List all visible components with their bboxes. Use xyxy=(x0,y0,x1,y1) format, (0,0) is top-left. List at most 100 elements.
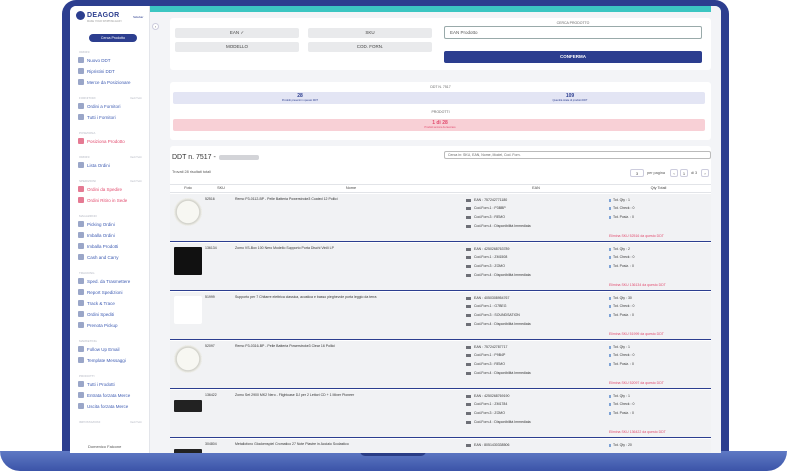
sidebar-item-icon xyxy=(78,138,84,144)
sidebar-section-view-all[interactable]: Vedi Tutti xyxy=(130,420,142,424)
per-page-select[interactable]: 3 xyxy=(630,169,644,177)
sidebar-item-icon xyxy=(78,346,84,352)
table-header-top-line xyxy=(170,184,711,185)
next-page-button[interactable]: › xyxy=(701,169,709,177)
sidebar-item[interactable]: Report Spedizioni xyxy=(78,289,123,295)
quantity-stat: Tot. Qty : 1 xyxy=(609,345,630,349)
quantity-text: Tot. Qty : 2 xyxy=(613,247,630,251)
sidebar-item-icon xyxy=(78,311,84,317)
current-page[interactable]: 1 xyxy=(680,169,688,177)
quantity-icon xyxy=(609,264,611,268)
attribute-text: EAN : 8051430338506 xyxy=(474,443,510,447)
sidebar-item-icon xyxy=(78,186,84,192)
product-name: Zomo Set 2900 MK2 Nero - Flightcase DJ p… xyxy=(235,393,355,397)
sidebar-item[interactable]: Posiziona Prodotto xyxy=(78,138,125,144)
barcode-icon xyxy=(466,224,471,228)
sidebar-item[interactable]: Sped. da Trasmettere xyxy=(78,278,130,284)
prev-page-button[interactable]: ‹ xyxy=(670,169,678,177)
delete-sku-link[interactable]: Elimina SKU 52516 da questo DDT xyxy=(609,234,664,238)
sidebar-item[interactable]: Nuovo DDT xyxy=(78,57,111,63)
product-sku: 136134 xyxy=(205,246,217,250)
sidebar-item[interactable]: Prenota Pickup xyxy=(78,322,118,328)
sidebar-item[interactable]: Tutti i Fornitori xyxy=(78,114,116,120)
attribute-text: Cod.Forn.1 : G7BEG xyxy=(474,304,507,308)
sidebar-item[interactable]: Ripristini DDT xyxy=(78,68,115,74)
delete-sku-link[interactable]: Elimina SKU 136422 da questo DDT xyxy=(609,430,666,434)
table-row[interactable]: 304804 Metallofono Glockenspiel Cromatico… xyxy=(170,439,711,453)
table-row[interactable]: 52097 Remo P3-0316-BP - Pelle Batteria Po… xyxy=(170,341,711,389)
toggle-ean[interactable]: EAN ✓ xyxy=(175,28,299,38)
ean-input[interactable]: EAN Prodotto xyxy=(444,26,702,39)
sidebar-item-label: Picking Ordini xyxy=(87,221,115,227)
sidebar-item[interactable]: Cash and Carry xyxy=(78,254,119,260)
toggle-cod-forn[interactable]: COD. FORN. xyxy=(308,42,432,52)
barcode-icon xyxy=(466,247,471,251)
barcode-icon xyxy=(466,313,471,317)
quantity-text: Tot. Check : 0 xyxy=(613,353,635,357)
toggle-sku[interactable]: SKU xyxy=(308,28,432,38)
sidebar-item-label: Track & Trace xyxy=(87,300,115,306)
sidebar-item-icon xyxy=(78,103,84,109)
product-attribute: Cod.Forn.3 : SOUNDSATION xyxy=(466,313,520,317)
sidebar-section-title: Prodotti xyxy=(79,374,95,378)
sidebar-section-view-all[interactable]: Vedi Tutti xyxy=(130,155,142,159)
sidebar-item[interactable]: Ordini da Spedire xyxy=(78,186,122,192)
ddt-label: DDT N. 7517 xyxy=(430,85,451,89)
sidebar-item[interactable]: Track & Trace xyxy=(78,300,115,306)
sidebar-item[interactable]: Uscita forzata Merce xyxy=(78,403,128,409)
attribute-text: EAN : 757242771180 xyxy=(474,198,508,202)
table-row[interactable]: 52516 Remo P3-0112-BP - Pelle Batteria Po… xyxy=(170,194,711,242)
table-header-bottom-line xyxy=(170,192,711,193)
attribute-text: Cod.Forn.1 : P3BBP xyxy=(474,206,506,210)
product-attribute: Cod.Forn.4 : Disponibilità Immediata xyxy=(466,224,531,228)
sidebar-item[interactable]: Template Messaggi xyxy=(78,357,126,363)
sidebar-item-label: Ordini Ritiro in Sede xyxy=(87,197,128,203)
sidebar-item[interactable]: Imballa Prodotti xyxy=(78,243,118,249)
collapse-sidebar-button[interactable]: ‹ xyxy=(152,23,159,30)
sidebar-item[interactable]: Ordini a Fornitori xyxy=(78,103,121,109)
sidebar-item[interactable]: Ordini Spediti xyxy=(78,311,114,317)
quantity-icon xyxy=(609,402,611,406)
delete-sku-link[interactable]: Elimina SKU 52097 da questo DDT xyxy=(609,381,664,385)
product-name: Supporto per 7 Chitarre elettrica classi… xyxy=(235,295,377,299)
product-attribute: Cod.Forn.4 : Disponibilità Immediata xyxy=(466,273,531,277)
list-search-input[interactable]: Cerca in: SKU, EAN, Nome, Model, Cod. Fo… xyxy=(444,151,711,159)
search-product-button[interactable]: Cerca Prodotto xyxy=(89,34,137,42)
confirm-button[interactable]: CONFERMA xyxy=(444,51,702,63)
product-attribute: Cod.Forn.4 : Disponibilità Immediata xyxy=(466,322,531,326)
sidebar-item[interactable]: Merce da Posizionare xyxy=(78,79,131,85)
sidebar-item[interactable]: Lista Ordini xyxy=(78,162,110,168)
quantity-icon xyxy=(609,411,611,415)
sidebar-section-view-all[interactable]: Vedi Tutti xyxy=(130,96,142,100)
attribute-text: Cod.Forn.4 : Disponibilità Immediata xyxy=(474,371,531,375)
sidebar-menu-toggle[interactable]: Sidebar xyxy=(133,15,143,19)
sidebar-section-view-all[interactable]: Vedi Tutti xyxy=(130,179,142,183)
sidebar-item[interactable]: Entrata forzata Merce xyxy=(78,392,130,398)
product-sku: 136422 xyxy=(205,393,217,397)
sidebar-item[interactable]: Imballa Ordini xyxy=(78,232,115,238)
col-foto: Foto xyxy=(184,186,192,190)
table-row[interactable]: 51999 Supporto per 7 Chitarre elettrica c… xyxy=(170,292,711,340)
quantity-stat: Tot. Check : 0 xyxy=(609,353,634,357)
sidebar-item-label: Imballa Ordini xyxy=(87,232,115,238)
quantity-icon xyxy=(609,362,611,366)
sidebar-item-icon xyxy=(78,357,84,363)
sidebar-item[interactable]: Follow Up Email xyxy=(78,346,120,352)
table-row[interactable]: 136134 Zomo VS-Box 100 Nero Modello Suppo… xyxy=(170,243,711,291)
delete-sku-link[interactable]: Elimina SKU 51999 da questo DDT xyxy=(609,332,664,336)
sidebar-item[interactable]: Tutti i Prodotti xyxy=(78,381,115,387)
sidebar-section-title: Spedizioni xyxy=(79,179,97,183)
products-label: PRODOTTI xyxy=(431,110,450,114)
attribute-text: Cod.Forn.4 : Disponibilità Immediata xyxy=(474,420,531,424)
sidebar-item-label: Template Messaggi xyxy=(87,357,126,363)
delete-sku-link[interactable]: Elimina SKU 136134 da questo DDT xyxy=(609,283,666,287)
toggle-modello[interactable]: MODELLO xyxy=(175,42,299,52)
product-sku: 52516 xyxy=(205,197,215,201)
quantity-stat: Tot. Qty : 1 xyxy=(609,198,630,202)
sidebar-item-label: Nuovo DDT xyxy=(87,57,111,63)
ddt-stats-bar xyxy=(173,92,705,104)
sidebar-item[interactable]: Ordini Ritiro in Sede xyxy=(78,197,127,203)
sidebar-item[interactable]: Picking Ordini xyxy=(78,221,115,227)
table-row[interactable]: 136422 Zomo Set 2900 MK2 Nero - Flightcas… xyxy=(170,390,711,438)
sidebar-item-icon xyxy=(78,278,84,284)
